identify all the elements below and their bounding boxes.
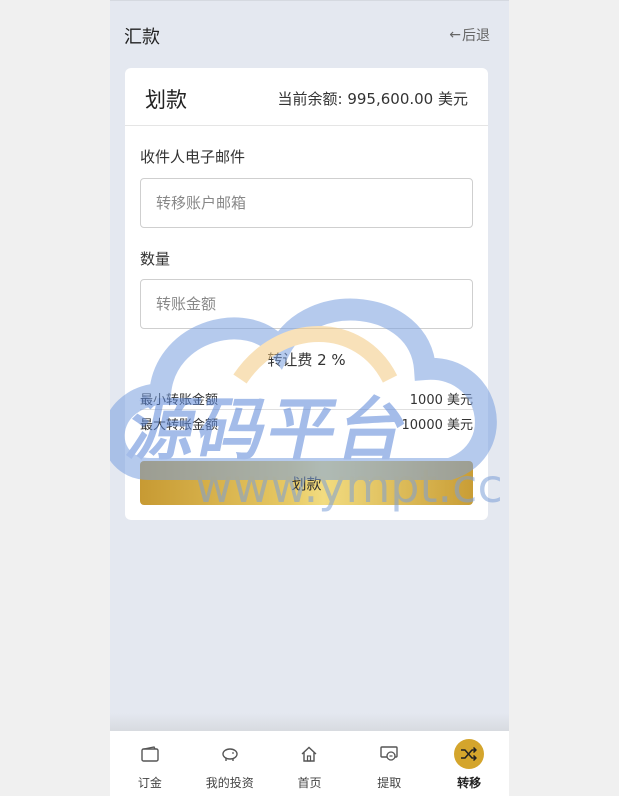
min-amount-value: 1000 美元 [409, 393, 473, 408]
bottom-tab-bar: 订金 我的投资 首页 提取 转移 [110, 731, 509, 796]
back-button[interactable]: ← 后退 [449, 25, 490, 45]
transfer-card: 划款 当前余额: 995,600.00 美元 收件人电子邮件 数量 转让费 2 … [125, 68, 488, 520]
wallet-icon [139, 743, 161, 765]
max-amount-label: 最大转账金额 [140, 417, 219, 433]
balance-label: 当前余额: [277, 90, 348, 108]
tab-my-investment[interactable]: 我的投资 [190, 731, 270, 796]
page-title: 汇款 [124, 27, 160, 48]
recipient-label: 收件人电子邮件 [140, 148, 246, 166]
max-amount-row: 最大转账金额 10000 美元 [140, 412, 473, 434]
balance-display: 当前余额: 995,600.00 美元 [278, 88, 468, 109]
withdraw-icon [378, 743, 400, 765]
tab-label: 首页 [297, 776, 322, 790]
home-icon [298, 743, 320, 765]
back-arrow-icon: ← [449, 27, 461, 43]
min-amount-row: 最小转账金额 1000 美元 [140, 388, 473, 410]
tab-label: 我的投资 [205, 776, 254, 790]
tab-transfer[interactable]: 转移 [429, 731, 509, 796]
card-header: 划款 当前余额: 995,600.00 美元 [125, 68, 488, 126]
app-screen: 汇款 ← 后退 划款 当前余额: 995,600.00 美元 收件人电子邮件 数… [110, 0, 509, 796]
balance-value: 995,600.00 美元 [347, 90, 468, 108]
tab-label: 提取 [377, 776, 402, 790]
transfer-icon [454, 739, 485, 769]
card-title: 划款 [145, 88, 187, 112]
tab-deposit[interactable]: 订金 [110, 731, 190, 796]
top-bar: 汇款 ← 后退 [110, 1, 509, 67]
fee-text: 转让费 2 % [267, 351, 346, 369]
recipient-email-input[interactable] [140, 178, 473, 228]
min-amount-label: 最小转账金额 [140, 393, 219, 408]
tab-label: 订金 [137, 776, 162, 790]
max-amount-value: 10000 美元 [401, 417, 474, 433]
tab-home[interactable]: 首页 [270, 731, 350, 796]
back-label: 后退 [462, 28, 490, 44]
amount-label: 数量 [140, 250, 171, 268]
piggy-bank-icon [219, 743, 241, 765]
submit-transfer-button[interactable]: 划款 [140, 461, 473, 505]
tab-label: 转移 [457, 776, 482, 790]
tabbar-shadow [110, 713, 509, 733]
tab-withdraw[interactable]: 提取 [349, 731, 429, 796]
amount-input[interactable] [140, 279, 473, 329]
